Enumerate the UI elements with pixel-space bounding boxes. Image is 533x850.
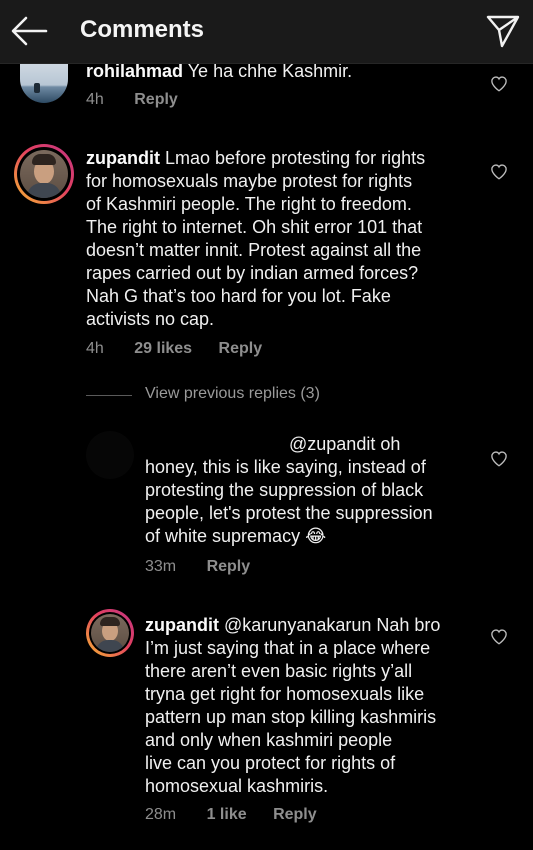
- reply-text-line: I’m just saying that in a place where: [145, 638, 431, 658]
- comment-text-line: Lmao before protesting for rights: [165, 148, 426, 168]
- comment-text-line: of Kashmiri people. The right to freedom…: [86, 194, 412, 214]
- comment-text-line: Nah G that’s too hard for you lot. Fake: [86, 286, 391, 306]
- reply-text-line: honey, this is like saying, instead of: [145, 457, 426, 477]
- comment-username[interactable]: zupandit: [86, 148, 160, 168]
- reply-text-line: Nah bro: [376, 615, 441, 635]
- comments-list: rohilahmad Ye ha chhe Kashmir. 4h Reply …: [0, 63, 533, 850]
- heart-icon[interactable]: [490, 75, 508, 93]
- comment-text-line: doesn’t matter innit. Protest against al…: [86, 240, 422, 260]
- divider-line: [86, 395, 132, 396]
- reply-button[interactable]: Reply: [207, 558, 251, 575]
- reply-time: 33m: [145, 558, 177, 575]
- reply-text-line: there aren’t even basic rights y’all: [145, 661, 413, 681]
- reply-text-line: people, let's protest the suppression: [145, 503, 433, 523]
- reply-text-line: homosexual kashmiris.: [145, 776, 329, 796]
- top-bar: Comments: [0, 0, 533, 64]
- comment-username[interactable]: rohilahmad: [86, 63, 183, 81]
- reply-text-line: protesting the suppression of black: [145, 480, 424, 500]
- comment-text-line: for homosexuals maybe protest for rights: [86, 171, 413, 191]
- reply-button[interactable]: Reply: [134, 91, 178, 108]
- reply-text-line: of white supremacy 😂: [145, 526, 327, 546]
- reply-text-line: live can you protect for rights of: [145, 753, 396, 773]
- reply-username[interactable]: zupandit: [145, 615, 219, 635]
- avatar[interactable]: [14, 144, 74, 204]
- back-arrow-icon[interactable]: [10, 14, 48, 48]
- view-previous-replies-label[interactable]: View previous replies (3): [145, 385, 320, 403]
- comment-text: Ye ha chhe Kashmir.: [187, 63, 353, 81]
- avatar[interactable]: [86, 609, 134, 657]
- reply-text-line: tryna get right for homosexuals like: [145, 684, 425, 704]
- comment-text-line: rapes carried out by indian armed forces…: [86, 263, 419, 283]
- comment-text-line: activists no cap.: [86, 309, 215, 329]
- reply-button[interactable]: Reply: [219, 340, 263, 357]
- likes-count[interactable]: 29 likes: [134, 340, 192, 357]
- comment-time: 4h: [86, 91, 104, 108]
- reply-text-line: oh: [380, 434, 401, 454]
- heart-icon[interactable]: [490, 163, 508, 181]
- heart-icon[interactable]: [490, 450, 508, 468]
- send-icon[interactable]: [485, 13, 521, 49]
- reply-text-line: pattern up man stop killing kashmiris: [145, 707, 437, 727]
- mention-link[interactable]: @zupandit: [289, 434, 375, 454]
- page-title: Comments: [80, 16, 205, 43]
- mention-link[interactable]: @karunyanakarun: [224, 615, 371, 635]
- comment-time: 4h: [86, 340, 104, 357]
- reply-time: 28m: [145, 806, 177, 823]
- heart-icon[interactable]: [490, 628, 508, 646]
- avatar[interactable]: [86, 431, 134, 479]
- reply-button[interactable]: Reply: [273, 806, 317, 823]
- reply-text-line: and only when kashmiri people: [145, 730, 393, 750]
- avatar[interactable]: [20, 63, 68, 103]
- likes-count[interactable]: 1 like: [207, 806, 247, 823]
- comment-text-line: The right to internet. Oh shit error 101…: [86, 217, 423, 237]
